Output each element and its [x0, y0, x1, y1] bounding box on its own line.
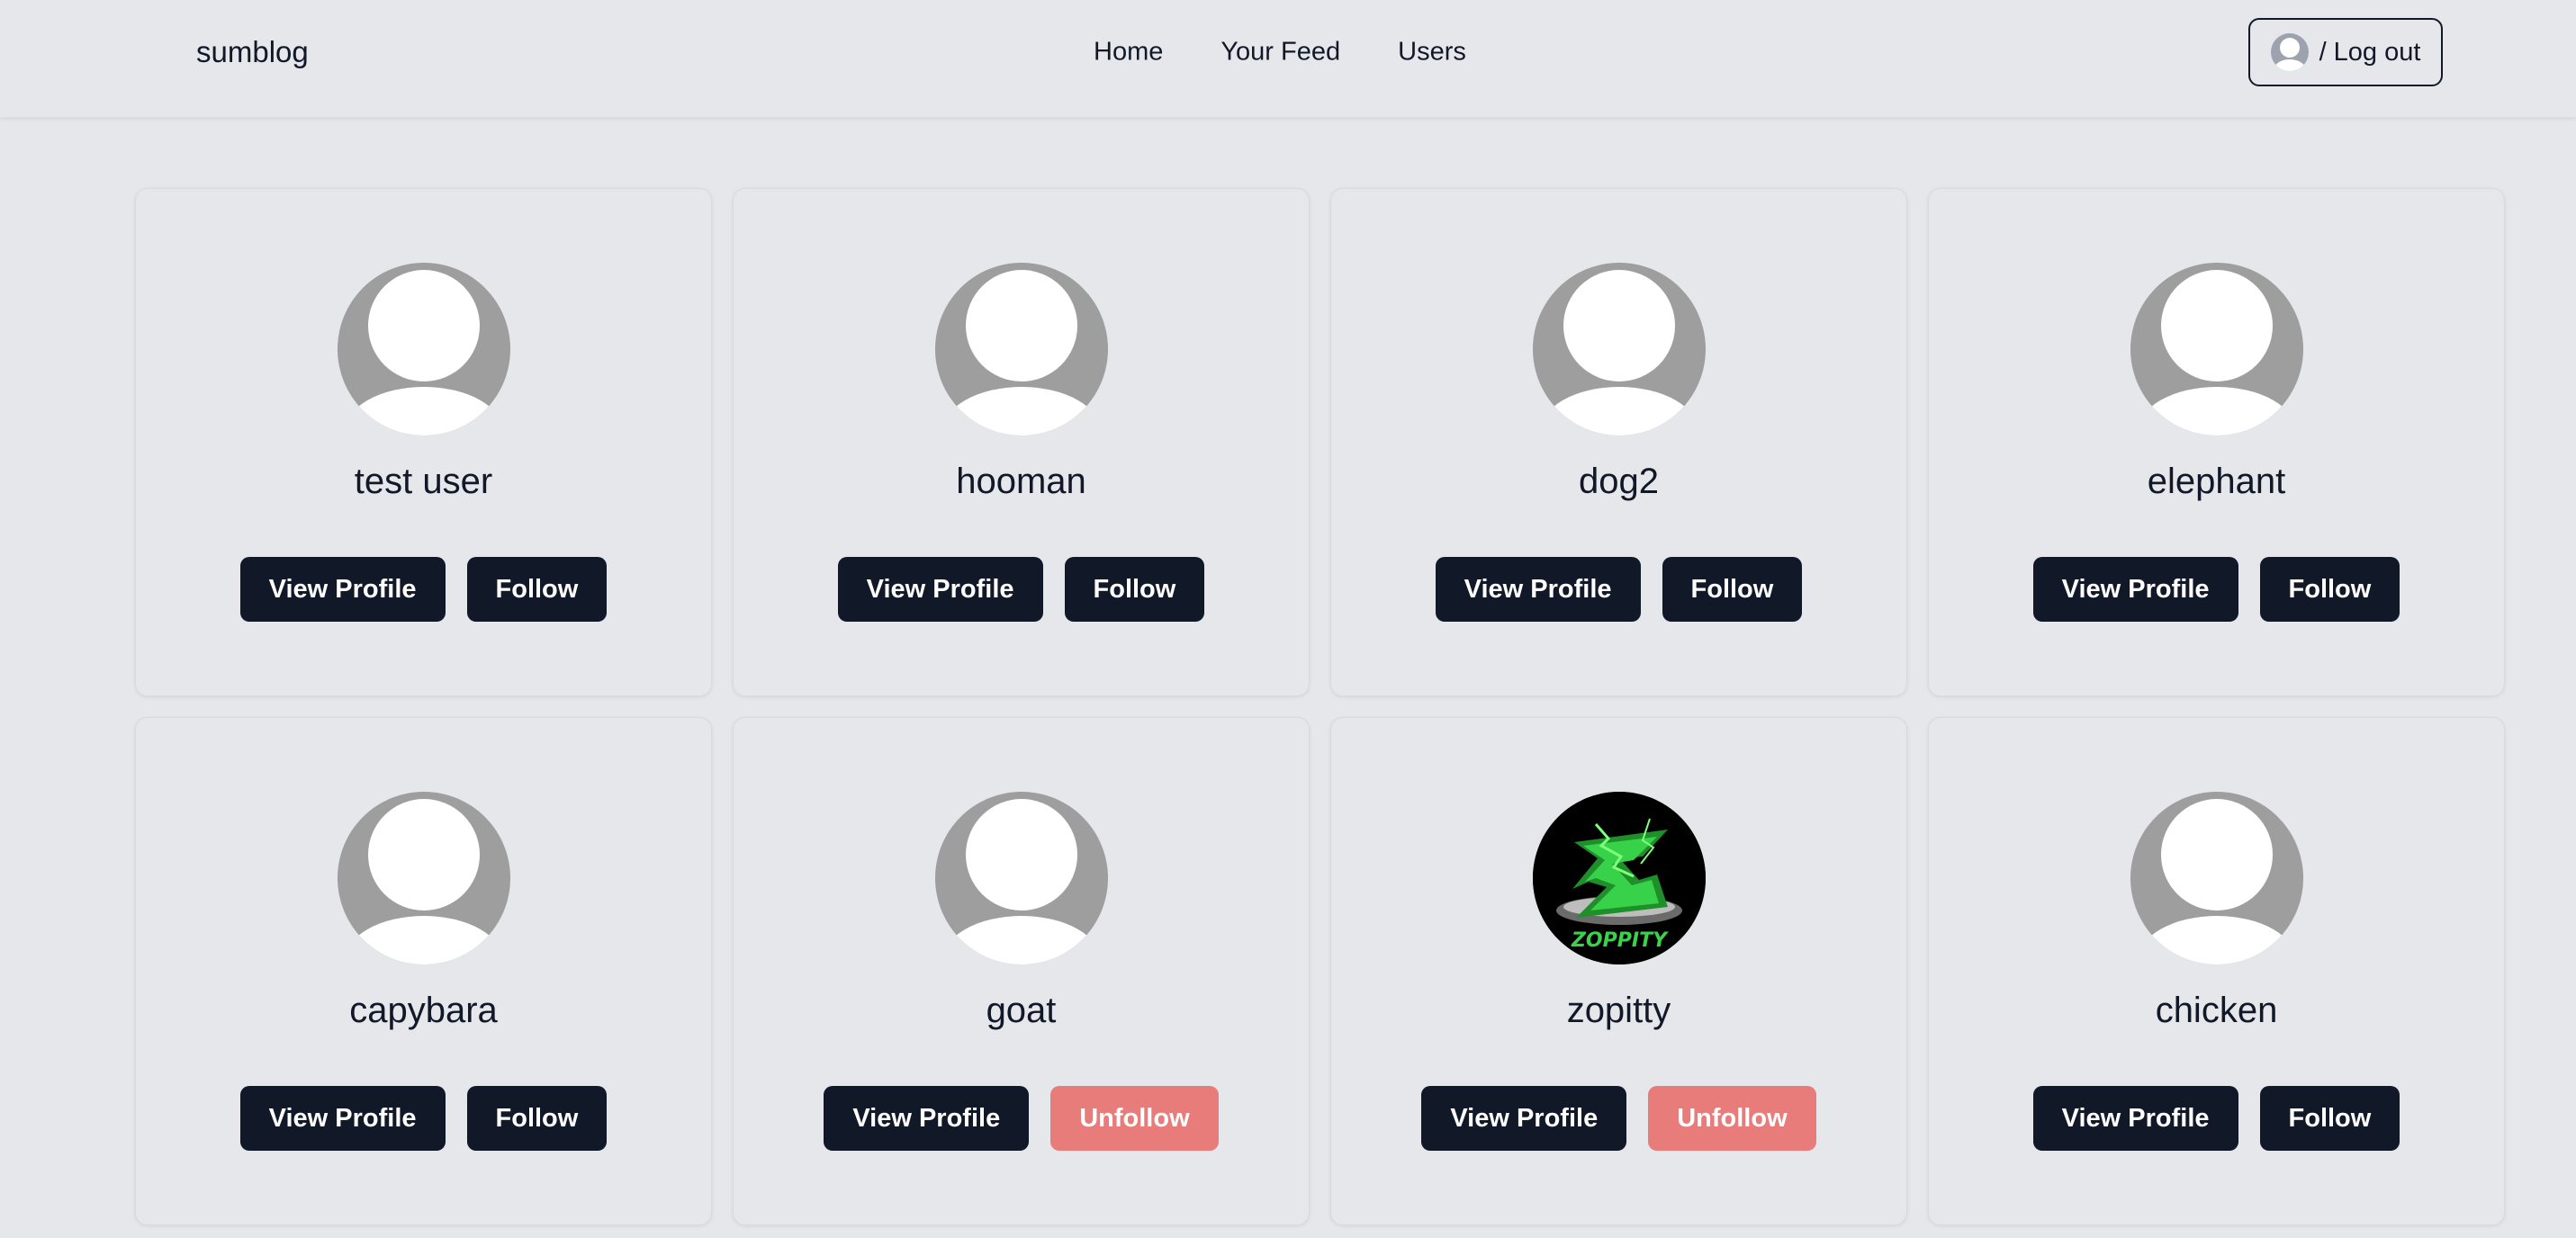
unfollow-button[interactable]: Unfollow: [1648, 1086, 1816, 1151]
default-avatar-icon: [337, 263, 510, 435]
view-profile-button[interactable]: View Profile: [239, 557, 446, 622]
view-profile-button[interactable]: View Profile: [824, 1086, 1030, 1151]
top-navbar: sumblog Home Your Feed Users / Log out: [0, 0, 2576, 118]
follow-button[interactable]: Follow: [1662, 557, 1803, 622]
default-avatar-icon: [2130, 792, 2303, 964]
user-grid: test user View Profile Follow hooman Vie…: [135, 188, 2505, 1225]
user-card: hooman View Profile Follow: [733, 188, 1310, 696]
nav-links: Home Your Feed Users: [1094, 38, 1466, 67]
user-card: dog2 View Profile Follow: [1330, 188, 1907, 696]
card-actions: View Profile Follow: [136, 1086, 711, 1151]
card-actions: View Profile Follow: [1331, 557, 1906, 622]
default-avatar-icon: [934, 263, 1108, 435]
card-actions: View Profile Follow: [136, 557, 711, 622]
svg-text:ZOPPITY: ZOPPITY: [1570, 929, 1668, 952]
follow-button[interactable]: Follow: [2259, 557, 2400, 622]
nav-link-your-feed[interactable]: Your Feed: [1220, 38, 1340, 67]
username: elephant: [2147, 462, 2286, 501]
zopitty-logo-icon: ZOPPITY: [1532, 792, 1706, 964]
user-card: ZOPPITY zopitty View Profile Unfollow: [1330, 717, 1907, 1225]
view-profile-button[interactable]: View Profile: [2032, 1086, 2238, 1151]
card-actions: View Profile Unfollow: [1331, 1086, 1906, 1151]
default-avatar-icon: [337, 792, 510, 964]
view-profile-button[interactable]: View Profile: [1421, 1086, 1627, 1151]
username: chicken: [2155, 991, 2278, 1030]
view-profile-button[interactable]: View Profile: [837, 557, 1043, 622]
view-profile-button[interactable]: View Profile: [239, 1086, 446, 1151]
user-card: chicken View Profile Follow: [1928, 717, 2505, 1225]
logout-label: / Log out: [2319, 37, 2421, 67]
follow-button[interactable]: Follow: [1064, 557, 1205, 622]
nav-link-home[interactable]: Home: [1094, 38, 1163, 67]
username: zopitty: [1566, 991, 1671, 1030]
follow-button[interactable]: Follow: [2259, 1086, 2400, 1151]
user-card: test user View Profile Follow: [135, 188, 712, 696]
user-card: goat View Profile Unfollow: [733, 717, 1310, 1225]
brand-logo[interactable]: sumblog: [196, 35, 309, 69]
default-avatar-icon: [934, 792, 1108, 964]
card-actions: View Profile Follow: [1929, 557, 2504, 622]
card-actions: View Profile Follow: [1929, 1086, 2504, 1151]
follow-button[interactable]: Follow: [466, 557, 608, 622]
username: capybara: [349, 991, 498, 1030]
username: test user: [354, 462, 493, 501]
logout-button[interactable]: / Log out: [2248, 18, 2443, 86]
follow-button[interactable]: Follow: [466, 1086, 608, 1151]
username: hooman: [956, 462, 1086, 501]
default-avatar-icon: [1532, 263, 1706, 435]
card-actions: View Profile Follow: [734, 557, 1309, 622]
user-avatar-icon: [2270, 33, 2309, 71]
nav-link-users[interactable]: Users: [1398, 38, 1466, 67]
zopitty-logo-avatar: ZOPPITY: [1532, 792, 1706, 964]
view-profile-button[interactable]: View Profile: [2032, 557, 2238, 622]
card-actions: View Profile Unfollow: [734, 1086, 1309, 1151]
default-avatar-icon: [2130, 263, 2303, 435]
unfollow-button[interactable]: Unfollow: [1050, 1086, 1219, 1151]
username: dog2: [1579, 462, 1659, 501]
view-profile-button[interactable]: View Profile: [1435, 557, 1641, 622]
username: goat: [986, 991, 1057, 1030]
user-card: elephant View Profile Follow: [1928, 188, 2505, 696]
user-card: capybara View Profile Follow: [135, 717, 712, 1225]
